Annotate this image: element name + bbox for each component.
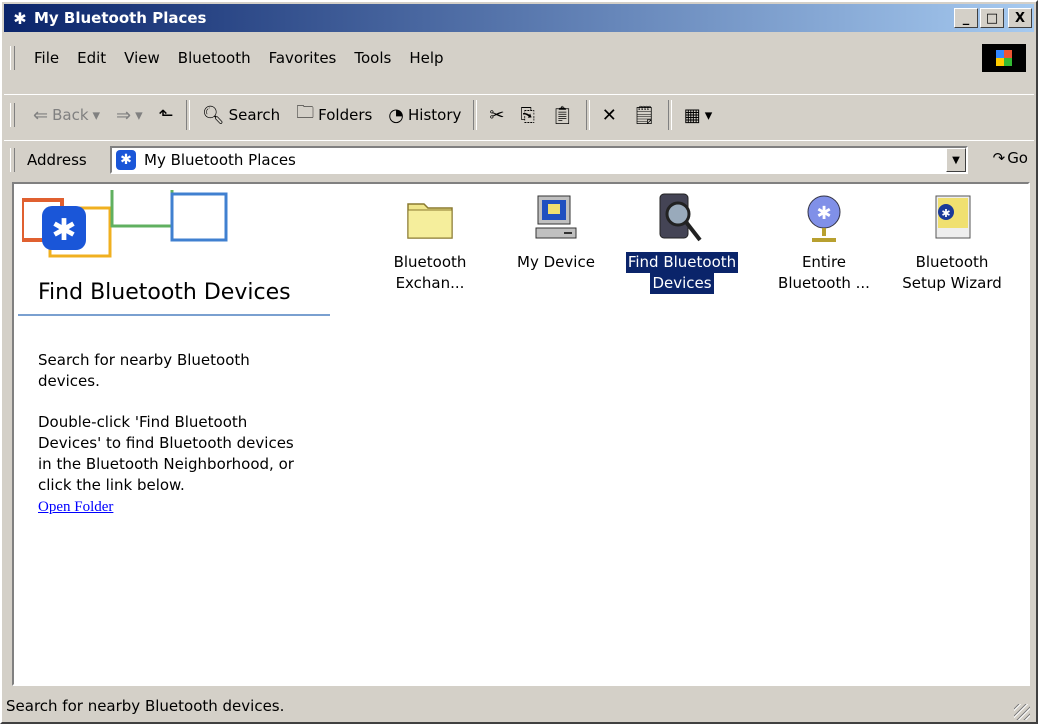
history-button[interactable]: ◔ History	[380, 99, 469, 131]
folders-button[interactable]: 🗀 Folders	[288, 99, 380, 131]
properties-button[interactable]: 🗒︎	[625, 99, 664, 131]
views-grid-icon: ▦	[683, 104, 701, 126]
webview-panel: ✱ Find Bluetooth Devices Search for near…	[14, 184, 332, 684]
webview-title: Find Bluetooth Devices	[38, 280, 291, 305]
search-icon: 🔍︎	[201, 104, 225, 126]
delete-button[interactable]: ✕	[594, 99, 625, 131]
minimize-button[interactable]: _	[954, 8, 978, 28]
description-text: Double-click 'Find Bluetooth Devices' to…	[38, 413, 294, 494]
separator	[667, 100, 672, 130]
address-label: Address	[27, 151, 87, 169]
magnifier-device-icon	[656, 192, 708, 244]
item-label: Entire	[801, 253, 847, 271]
go-button[interactable]: ↷ Go	[993, 149, 1028, 167]
go-arrow-icon: ↷	[992, 149, 1006, 167]
resize-grip[interactable]	[1014, 704, 1030, 720]
scissors-icon: ✂	[489, 104, 505, 126]
copy-button[interactable]: ⎘	[512, 99, 542, 131]
chevron-down-icon: ▾	[704, 106, 713, 124]
copy-icon: ⎘	[520, 104, 535, 126]
item-label: Find Bluetooth	[625, 252, 739, 273]
menu-tools[interactable]: Tools	[345, 49, 400, 67]
close-button[interactable]: X	[1008, 8, 1032, 28]
search-button[interactable]: 🔍︎ Search	[194, 99, 288, 131]
svg-text:✱: ✱	[816, 203, 831, 224]
item-bluetooth-setup-wizard[interactable]: ✱ Bluetooth Setup Wizard	[890, 192, 1014, 294]
address-input[interactable]: ✱ My Bluetooth Places ▼	[110, 146, 968, 174]
forward-arrow-icon: ⇒	[116, 104, 132, 126]
address-dropdown-button[interactable]: ▼	[946, 148, 966, 172]
item-label: Bluetooth	[915, 253, 989, 271]
history-label: History	[408, 106, 462, 124]
status-bar: Search for nearby Bluetooth devices.	[4, 688, 1034, 724]
standard-toolbar: ⇐ Back ▾ ⇒ ▾ ⬑ 🔍︎ Search 🗀 Folders ◔ His…	[4, 94, 1034, 135]
address-bar: Address ✱ My Bluetooth Places ▼ ↷ Go	[4, 140, 1034, 179]
item-label: My Device	[517, 253, 595, 271]
menu-file[interactable]: File	[25, 49, 68, 67]
menu-view[interactable]: View	[115, 49, 169, 67]
divider	[18, 314, 330, 316]
separator	[473, 100, 478, 130]
toolbar-grip[interactable]	[10, 148, 15, 172]
search-label: Search	[228, 106, 281, 124]
item-entire-bluetooth-neighborhood[interactable]: ✱ Entire Bluetooth ...	[762, 192, 886, 294]
back-label: Back	[52, 106, 89, 124]
item-label: Devices	[650, 273, 714, 294]
item-label: Setup Wizard	[902, 274, 1002, 292]
history-icon: ◔	[388, 104, 405, 126]
toolbar-grip[interactable]	[10, 46, 15, 70]
chevron-down-icon: ▾	[92, 106, 101, 124]
forward-button[interactable]: ⇒ ▾	[108, 99, 151, 131]
item-my-device[interactable]: My Device	[494, 192, 618, 273]
delete-x-icon: ✕	[601, 104, 617, 126]
bluetooth-icon: ✱	[13, 8, 27, 28]
open-folder-link[interactable]: Open Folder	[38, 499, 113, 515]
menu-edit[interactable]: Edit	[68, 49, 115, 67]
menu-favorites[interactable]: Favorites	[260, 49, 346, 67]
item-label: Bluetooth ...	[778, 274, 870, 292]
paste-icon: 📋︎	[550, 104, 574, 126]
folders-icon: 🗀	[296, 102, 315, 123]
explorer-window: ✱ My Bluetooth Places _ □ X File Edit Vi…	[0, 0, 1038, 724]
separator	[185, 100, 190, 130]
folder-view: ✱ Find Bluetooth Devices Search for near…	[12, 182, 1030, 686]
maximize-button[interactable]: □	[980, 8, 1004, 28]
toolbar-grip[interactable]	[10, 103, 15, 127]
svg-text:✱: ✱	[941, 207, 950, 220]
bluetooth-globe-icon: ✱	[798, 192, 850, 244]
title-bar[interactable]: ✱ My Bluetooth Places _ □ X	[4, 4, 1034, 32]
go-label: Go	[1007, 149, 1028, 167]
item-bluetooth-exchange[interactable]: Bluetooth Exchan...	[368, 192, 492, 294]
back-arrow-icon: ⇐	[33, 104, 49, 126]
item-label: Bluetooth	[393, 253, 467, 271]
separator	[585, 100, 590, 130]
bluetooth-banner-art: ✱	[22, 190, 228, 258]
paste-button[interactable]: 📋︎	[543, 99, 582, 131]
up-folder-icon: ⬑	[158, 104, 174, 126]
webview-description: Search for nearby Bluetooth devices. Dou…	[38, 350, 308, 518]
address-value: My Bluetooth Places	[144, 151, 296, 169]
folder-icon	[404, 192, 456, 244]
item-label: Exchan...	[395, 274, 465, 292]
computer-icon	[530, 192, 582, 244]
folders-label: Folders	[318, 106, 373, 124]
menu-bar: File Edit View Bluetooth Favorites Tools…	[4, 42, 1034, 74]
back-button[interactable]: ⇐ Back ▾	[25, 99, 108, 131]
bluetooth-icon: ✱	[116, 150, 136, 170]
status-text: Search for nearby Bluetooth devices.	[6, 697, 285, 715]
cut-button[interactable]: ✂	[481, 99, 512, 131]
item-find-bluetooth-devices[interactable]: Find Bluetooth Devices	[620, 192, 744, 294]
svg-text:✱: ✱	[51, 213, 76, 248]
up-folder-button[interactable]: ⬑	[151, 99, 182, 131]
properties-icon: 🗒︎	[632, 104, 656, 126]
description-text: Search for nearby Bluetooth devices.	[38, 351, 250, 390]
windows-logo-icon	[982, 44, 1026, 72]
menu-bluetooth[interactable]: Bluetooth	[169, 49, 260, 67]
menu-help[interactable]: Help	[400, 49, 452, 67]
setup-wizard-icon: ✱	[926, 192, 978, 244]
window-title: My Bluetooth Places	[34, 9, 207, 27]
views-button[interactable]: ▦ ▾	[676, 99, 721, 131]
chevron-down-icon: ▾	[135, 106, 143, 124]
